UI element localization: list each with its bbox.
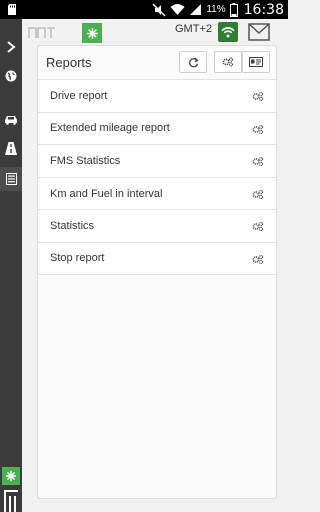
rail-item-routes[interactable] xyxy=(0,136,22,160)
report-item-label: Extended mileage report xyxy=(50,122,170,135)
status-bar: 11% 16:38 xyxy=(0,0,288,19)
brand-wordmark-icon xyxy=(4,490,18,512)
report-item-km-fuel[interactable]: Km and Fuel in interval xyxy=(38,176,276,210)
gears-icon[interactable] xyxy=(252,124,264,135)
wifi-icon xyxy=(221,27,235,38)
road-icon xyxy=(5,141,17,155)
gears-icon[interactable] xyxy=(252,254,264,265)
car-icon xyxy=(5,116,17,125)
chevron-right-icon xyxy=(7,41,16,53)
mail-icon[interactable] xyxy=(248,23,270,41)
report-item-label: Statistics xyxy=(50,220,95,233)
sd-card-icon xyxy=(8,4,16,15)
globe-icon xyxy=(5,70,17,82)
app-header: GMT+2 xyxy=(22,19,288,47)
report-item-extended-mileage[interactable]: Extended mileage report xyxy=(38,111,276,145)
refresh-icon xyxy=(188,57,199,67)
rail-item-reports[interactable] xyxy=(0,167,22,191)
report-item-statistics[interactable]: Statistics xyxy=(38,209,276,242)
connection-status-button[interactable] xyxy=(218,22,238,42)
id-card-icon xyxy=(249,57,263,67)
battery-icon xyxy=(229,2,238,17)
report-item-label: FMS Statistics xyxy=(50,154,121,167)
settings-button[interactable] xyxy=(214,51,242,73)
brand-logo-icon xyxy=(2,467,20,485)
report-list-icon xyxy=(5,173,17,185)
rail-item-vehicles[interactable] xyxy=(0,108,22,132)
gears-icon[interactable] xyxy=(252,189,264,200)
report-item-fms-statistics[interactable]: FMS Statistics xyxy=(38,144,276,177)
refresh-button[interactable] xyxy=(179,51,207,73)
report-item-stop[interactable]: Stop report xyxy=(38,241,276,275)
timezone-label: GMT+2 xyxy=(175,23,212,35)
clock: 16:38 xyxy=(243,1,284,18)
battery-percent: 11% xyxy=(206,4,226,15)
reports-panel-header: Reports xyxy=(38,46,276,78)
report-item-label: Km and Fuel in interval xyxy=(50,187,163,200)
mute-icon xyxy=(152,3,166,16)
gears-icon[interactable] xyxy=(252,221,264,232)
page-title: Reports xyxy=(46,55,92,70)
id-card-button[interactable] xyxy=(242,51,270,73)
gears-icon[interactable] xyxy=(252,156,264,167)
report-list: Drive report Extended mileage report FMS… xyxy=(38,79,276,275)
reports-panel: Reports Drive report Extended mileage re… xyxy=(37,45,277,499)
gears-icon xyxy=(222,57,234,67)
report-item-label: Stop report xyxy=(50,252,105,265)
signal-icon xyxy=(190,4,202,15)
report-item-label: Drive report xyxy=(50,89,108,102)
app-logo-icon xyxy=(28,27,55,38)
rail-item-map[interactable] xyxy=(0,64,22,88)
report-item-drive[interactable]: Drive report xyxy=(38,79,276,112)
nav-rail xyxy=(0,19,22,512)
brand-star-icon xyxy=(82,23,102,43)
wifi-icon xyxy=(170,4,185,15)
rail-expand-button[interactable] xyxy=(0,35,22,59)
gears-icon[interactable] xyxy=(252,91,264,102)
